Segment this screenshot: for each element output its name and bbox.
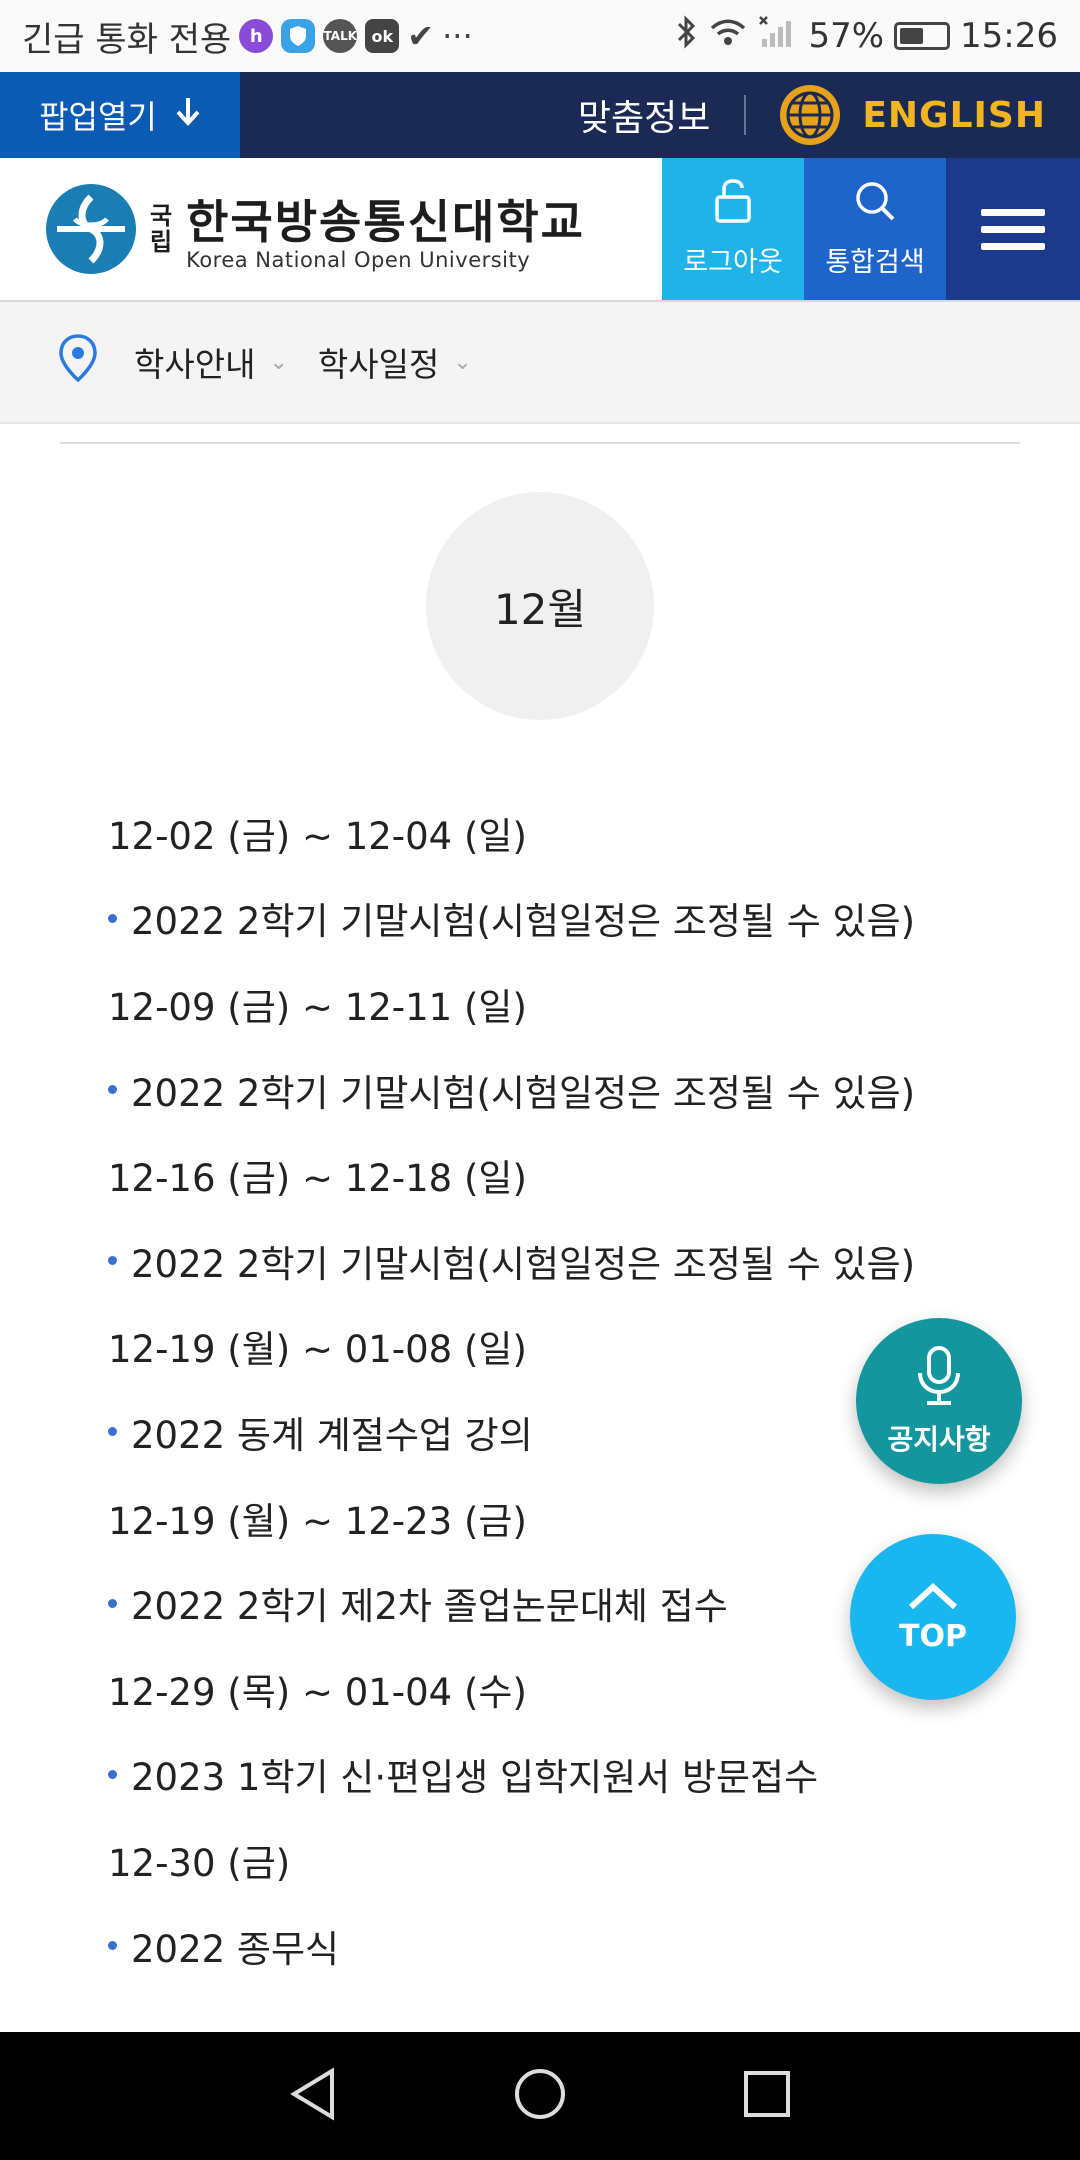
system-nav-bar — [0, 2032, 1080, 2160]
schedule-event: 2022 2학기 기말시험(시험일정은 조정될 수 있음) — [108, 1047, 1008, 1133]
unlock-icon — [713, 179, 753, 230]
knou-emblem-icon — [46, 184, 136, 274]
bluetooth-icon — [676, 15, 698, 57]
menu-button[interactable] — [946, 158, 1080, 300]
schedule-event-text: 2022 2학기 기말시험(시험일정은 조정될 수 있음) — [131, 900, 916, 944]
recents-icon[interactable] — [742, 2069, 792, 2123]
schedule-date: 12-09 (금) ~ 12-11 (일) — [108, 985, 527, 1029]
chevron-down-icon: ⌄ — [453, 349, 472, 375]
battery-icon — [894, 22, 951, 50]
content-divider — [60, 442, 1020, 444]
signal-icon — [758, 15, 798, 58]
search-label: 통합검색 — [825, 247, 925, 278]
arrow-down-icon — [175, 96, 201, 134]
schedule-date: 12-16 (금) ~ 12-18 (일) — [108, 1157, 527, 1201]
custom-info-link[interactable]: 맞춤정보 — [578, 89, 744, 141]
schedule-date: 12-30 (금) — [108, 1841, 291, 1885]
schedule-event: 2023 1학기 신·편입생 입학지원서 방문접수 — [108, 1732, 1008, 1818]
logo-subtitle: Korea National Open University — [186, 248, 531, 272]
month-badge: 12월 — [426, 492, 654, 720]
schedule-event-text: 2022 2학기 기말시험(시험일정은 조정될 수 있음) — [131, 1071, 916, 1115]
bullet-icon — [108, 1769, 117, 1779]
home-icon[interactable] — [513, 2067, 567, 2125]
separator — [744, 95, 747, 135]
breadcrumb: 학사안내 ⌄ 학사일정 ⌄ — [0, 302, 1080, 424]
top-utility-bar: 팝업열기 맞춤정보 ENGLISH — [0, 72, 1080, 158]
globe-icon[interactable] — [780, 85, 841, 145]
more-icon: ··· — [442, 17, 473, 55]
bullet-icon — [108, 1256, 117, 1266]
notice-voice-button[interactable]: 공지사항 — [856, 1318, 1022, 1484]
back-icon[interactable] — [288, 2067, 338, 2125]
hamburger-icon — [981, 199, 1045, 260]
bullet-icon — [108, 1941, 117, 1951]
logo-title: 한국방송통신대학교 — [186, 195, 585, 249]
bullet-icon — [108, 1085, 117, 1095]
schedule-event-text: 2023 1학기 신·편입생 입학지원서 방문접수 — [131, 1756, 819, 1800]
notice-label: 공지사항 — [887, 1422, 991, 1456]
shield-icon — [281, 19, 316, 53]
battery-percent: 57% — [808, 16, 885, 56]
schedule-event-text: 2022 2학기 제2차 졸업논문대체 접수 — [131, 1585, 728, 1629]
chevron-down-icon: ⌄ — [269, 349, 288, 375]
microphone-icon — [911, 1345, 967, 1414]
schedule-event-text: 2022 종무식 — [131, 1927, 340, 1971]
hi-app-icon: h — [239, 19, 274, 53]
schedule-event-text: 2022 동계 계절수업 강의 — [131, 1413, 533, 1457]
site-header: 국 립 한국방송통신대학교 Korea National Open Univer… — [0, 158, 1080, 302]
scroll-top-button[interactable]: TOP — [850, 1534, 1016, 1700]
integrated-search-button[interactable]: 통합검색 — [804, 158, 946, 300]
schedule-date: 12-19 (월) ~ 12-23 (금) — [108, 1499, 527, 1543]
kakaotalk-icon: TALK — [323, 19, 358, 53]
top-label: TOP — [899, 1618, 967, 1654]
chevron-up-icon — [907, 1581, 959, 1619]
bullet-icon — [108, 913, 117, 923]
location-pin-icon — [58, 334, 98, 390]
logout-label: 로그아웃 — [683, 247, 783, 278]
breadcrumb-label: 학사일정 — [317, 345, 440, 384]
clock: 15:26 — [960, 16, 1058, 56]
carrier-text: 긴급 통화 전용 — [22, 19, 232, 60]
schedule-event: 2022 2학기 기말시험(시험일정은 조정될 수 있음) — [108, 876, 1008, 962]
breadcrumb-item-academic-guide[interactable]: 학사안내 ⌄ — [134, 338, 288, 386]
breadcrumb-item-academic-schedule[interactable]: 학사일정 ⌄ — [318, 338, 472, 386]
logout-button[interactable]: 로그아웃 — [662, 158, 804, 300]
english-link[interactable]: ENGLISH — [862, 95, 1080, 136]
schedule-date: 12-02 (금) ~ 12-04 (일) — [108, 814, 527, 858]
search-icon — [853, 179, 897, 230]
bullet-icon — [108, 1598, 117, 1608]
schedule-event: 2022 종무식 — [108, 1903, 1008, 1989]
popup-open-button[interactable]: 팝업열기 — [0, 72, 240, 158]
schedule-event: 2022 2학기 기말시험(시험일정은 조정될 수 있음) — [108, 1218, 1008, 1304]
schedule-event-text: 2022 2학기 기말시험(시험일정은 조정될 수 있음) — [131, 1242, 916, 1286]
university-logo[interactable]: 국 립 한국방송통신대학교 Korea National Open Univer… — [0, 158, 662, 300]
status-bar: 긴급 통화 전용 h TALK ok ✔ ··· 57% 15:26 — [0, 0, 1080, 72]
popup-open-label: 팝업열기 — [39, 98, 157, 136]
breadcrumb-label: 학사안내 — [134, 345, 256, 384]
bullet-icon — [108, 1427, 117, 1437]
check-icon: ✔ — [407, 17, 435, 55]
logo-national-2: 립 — [150, 228, 173, 256]
ok-app-icon: ok — [365, 19, 400, 53]
logo-national-1: 국 — [150, 202, 173, 230]
wifi-icon — [708, 16, 748, 57]
